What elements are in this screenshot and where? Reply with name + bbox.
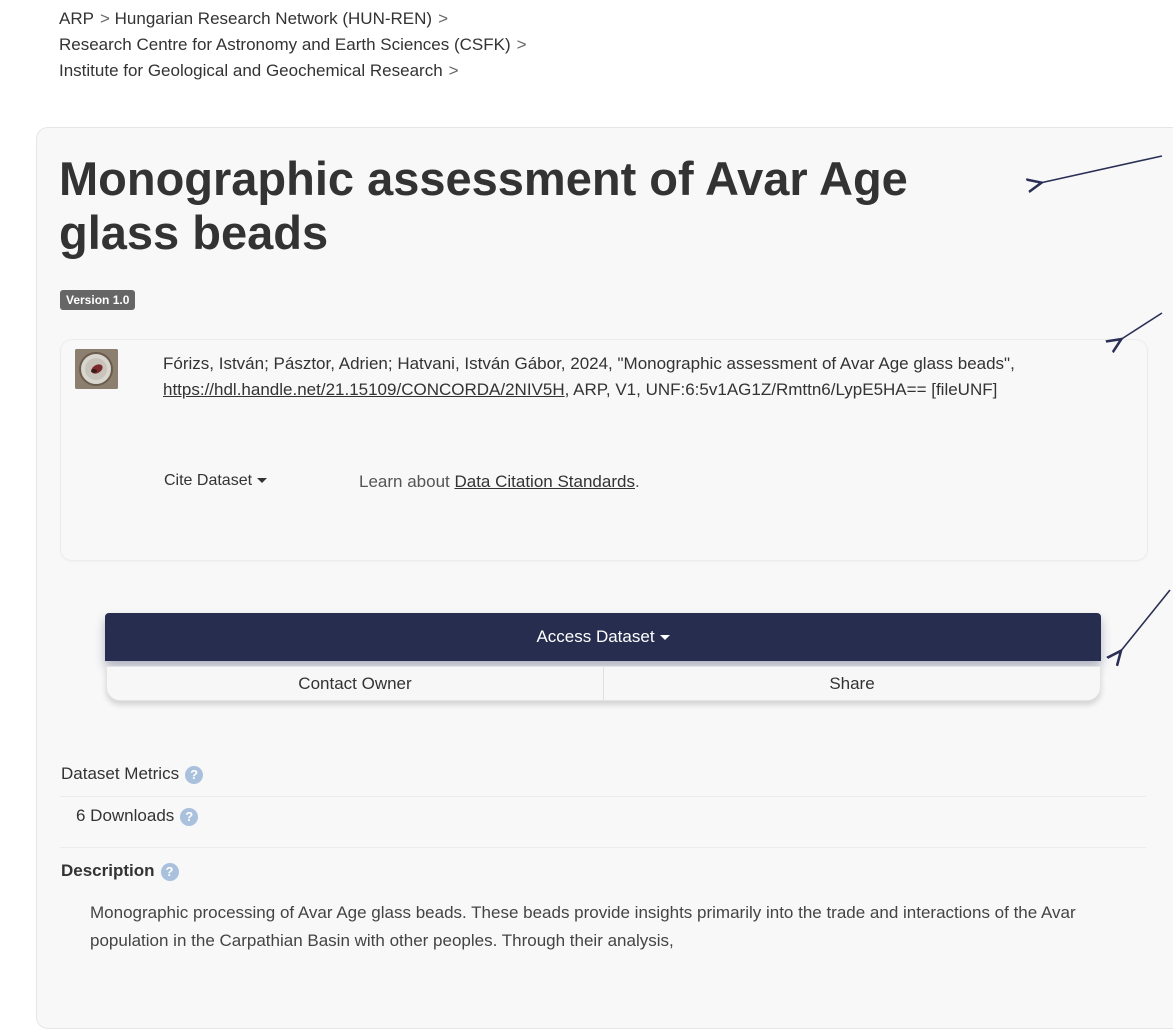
description-heading: Description? [61,861,179,881]
metrics-box [60,796,1146,848]
help-icon[interactable]: ? [160,862,179,881]
breadcrumb-separator: > [448,61,459,80]
dataset-thumbnail [75,349,118,389]
learn-suffix: . [634,472,640,491]
data-citation-standards-link[interactable]: Data Citation Standards [454,472,635,491]
breadcrumb: ARP > Hungarian Research Network (HUN-REN… [59,6,527,84]
contact-owner-button[interactable]: Contact Owner [107,667,603,700]
secondary-actions: Contact Owner Share [106,666,1101,701]
help-icon[interactable]: ? [180,807,199,826]
breadcrumb-item-csfk[interactable]: Research Centre for Astronomy and Earth … [59,35,511,54]
citation-doi-link[interactable]: https://hdl.handle.net/21.15109/CONCORDA… [163,380,565,399]
access-dataset-button[interactable]: Access Dataset [105,613,1101,661]
citation-prefix: Fórizs, István; Pásztor, Adrien; Hatvani… [163,354,1015,373]
page-title: Monographic assessment of Avar Age glass… [59,152,908,259]
learn-citation-standards: Learn about Data Citation Standards. [359,472,640,492]
description-text: Monographic processing of Avar Age glass… [90,903,1076,950]
breadcrumb-separator: > [516,35,527,54]
downloads-count: 6 Downloads? [76,806,199,826]
dataset-metrics-label: Dataset Metrics [61,764,180,783]
breadcrumb-item-institute[interactable]: Institute for Geological and Geochemical… [59,61,443,80]
description-label: Description [61,861,155,880]
breadcrumb-item-arp[interactable]: ARP [59,9,94,28]
citation-suffix: , ARP, V1, UNF:6:5v1AG1Z/Rmttn6/LypE5HA=… [564,380,998,399]
breadcrumb-item-hun-ren[interactable]: Hungarian Research Network (HUN-REN) [115,9,432,28]
cite-dataset-label: Cite Dataset [164,472,253,489]
version-badge: Version 1.0 [60,290,136,310]
breadcrumb-separator: > [438,9,448,28]
breadcrumb-separator: > [99,9,110,28]
dataset-card [36,127,1173,1029]
share-button[interactable]: Share [603,667,1100,700]
learn-prefix: Learn about [359,472,455,491]
cite-dataset-button[interactable]: Cite Dataset [164,472,268,490]
help-icon[interactable]: ? [185,765,204,784]
caret-down-icon [659,635,670,641]
downloads-label: 6 Downloads [76,806,175,825]
dataset-metrics-heading: Dataset Metrics? [61,764,204,784]
citation-text: Fórizs, István; Pásztor, Adrien; Hatvani… [163,351,1108,403]
caret-down-icon [257,478,268,484]
access-dataset-label: Access Dataset [536,627,655,646]
